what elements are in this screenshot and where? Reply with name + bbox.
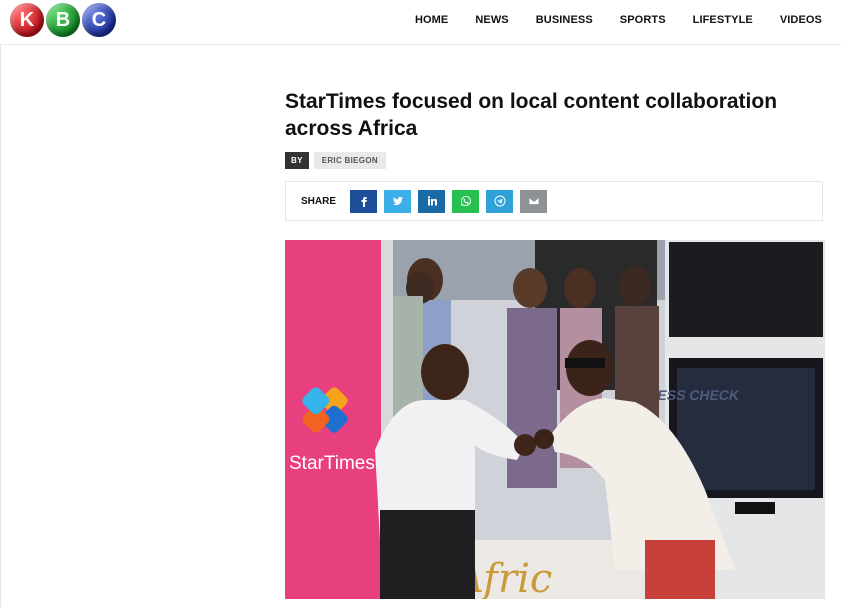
share-email-button[interactable]: [520, 189, 548, 213]
site-header: K B C HOME NEWS BUSINESS SPORTS LIFESTYL…: [0, 0, 841, 45]
email-icon: [528, 197, 539, 205]
article-title: StarTimes focused on local content colla…: [285, 90, 778, 140]
nav-sports[interactable]: SPORTS: [620, 14, 666, 26]
nav-news[interactable]: NEWS: [475, 14, 508, 26]
by-label: BY: [285, 152, 309, 169]
nav-videos[interactable]: VIDEOS: [780, 14, 822, 26]
nav-lifestyle[interactable]: LIFESTYLE: [693, 14, 753, 26]
logo-letter-k: K: [10, 3, 44, 37]
featured-photo-illustration: ESS CHECK StarTimes Afric: [285, 240, 825, 599]
logo-letter-c: C: [82, 3, 116, 37]
share-whatsapp-button[interactable]: [452, 189, 480, 213]
share-bar: SHARE: [285, 181, 823, 221]
share-facebook-button[interactable]: [350, 189, 378, 213]
share-label: SHARE: [301, 195, 337, 207]
main-nav: HOME NEWS BUSINESS SPORTS LIFESTYLE VIDE…: [415, 0, 822, 40]
twitter-icon: [392, 197, 403, 206]
share-linkedin-button[interactable]: [418, 189, 446, 213]
page-divider: [0, 44, 1, 607]
author-link[interactable]: ERIC BIEGON: [313, 152, 386, 169]
logo-letter-b: B: [46, 3, 80, 37]
nav-business[interactable]: BUSINESS: [536, 14, 593, 26]
article: StarTimes focused on local content colla…: [285, 88, 825, 221]
linkedin-icon: [427, 196, 437, 206]
kbc-logo[interactable]: K B C: [10, 3, 120, 39]
featured-image: ESS CHECK StarTimes Afric: [285, 240, 825, 599]
facebook-icon: [361, 197, 367, 207]
telegram-icon: [494, 195, 506, 207]
whatsapp-icon: [460, 195, 471, 206]
tv-screen-text: ESS CHECK: [656, 387, 741, 403]
nav-home[interactable]: HOME: [415, 14, 448, 26]
byline: BY ERIC BIEGON: [285, 152, 825, 169]
banner-brand-text: StarTimes: [289, 453, 375, 474]
share-telegram-button[interactable]: [486, 189, 514, 213]
share-twitter-button[interactable]: [384, 189, 412, 213]
